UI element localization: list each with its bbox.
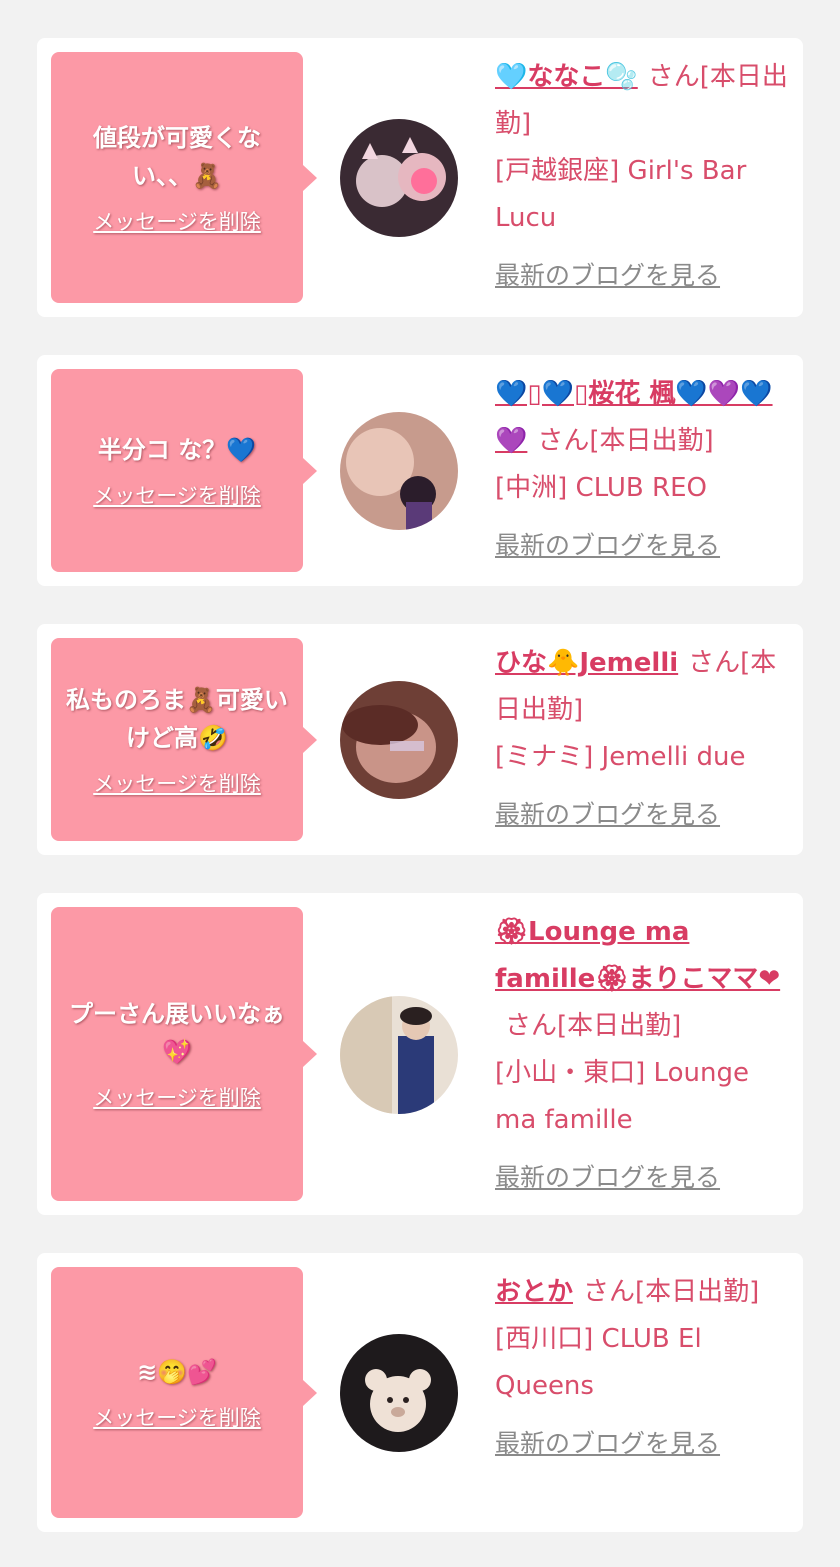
message-card: 私ものろま🧸可愛いけど高🤣 メッセージを削除 ひな🐥Jemelli さん[本日出勤… (37, 624, 803, 855)
shop-name: [戸越銀座] Girl's Bar Lucu (495, 156, 747, 233)
shop-name: [ミナミ] Jemelli due (495, 742, 746, 772)
shop-name: [西川口] CLUB El Queens (495, 1324, 702, 1401)
cast-honorific: さん[本日出勤] (537, 426, 714, 456)
message-text: プーさん展いいなぁ💖 (69, 1000, 285, 1066)
avatar-photo-icon (340, 1334, 458, 1452)
cast-info: おとか さん[本日出勤] [西川口] CLUB El Queens 最新のブログを… (495, 1269, 795, 1467)
cast-honorific: さん[本日出勤] (583, 1277, 760, 1307)
cast-name-link[interactable]: ひな🐥Jemelli (495, 648, 678, 678)
message-bubble: 私ものろま🧸可愛いけど高🤣 メッセージを削除 (51, 638, 317, 841)
latest-blog-link[interactable]: 最新のブログを見る (495, 1154, 795, 1201)
cast-info: 🩵ななこ🫧 さん[本日出勤] [戸越銀座] Girl's Bar Lucu 最新の… (495, 54, 795, 299)
cast-info: 🏵Lounge ma famille🏵まりこママ❤ さん[本日出勤] [小山・東口… (495, 909, 795, 1201)
cast-avatar[interactable] (340, 119, 458, 237)
message-bubble: 半分コ な？💙 メッセージを削除 (51, 369, 317, 572)
message-card: プーさん展いいなぁ💖 メッセージを削除 🏵Lounge ma famille🏵ま… (37, 893, 803, 1215)
avatar-photo-icon (340, 412, 458, 530)
message-text: ≋🤭💕 (137, 1357, 217, 1386)
cast-info: 💙▯💙▯桜花 楓💙💜💙💜 さん[本日出勤] [中洲] CLUB REO 最新のブロ… (495, 371, 795, 569)
cast-name-link[interactable]: おとか (495, 1277, 573, 1307)
delete-message-link[interactable]: メッセージを削除 (93, 1403, 261, 1433)
message-card: ≋🤭💕 メッセージを削除 おとか さん[本日出勤] [西川口] CLUB El Q… (37, 1253, 803, 1532)
cast-name-link[interactable]: 🏵Lounge ma famille🏵まりこママ❤ (495, 917, 780, 994)
shop-name: [小山・東口] Lounge ma famille (495, 1058, 749, 1135)
latest-blog-link[interactable]: 最新のブログを見る (495, 252, 795, 299)
message-bubble: ≋🤭💕 メッセージを削除 (51, 1267, 317, 1518)
latest-blog-link[interactable]: 最新のブログを見る (495, 522, 795, 569)
cast-avatar[interactable] (340, 996, 458, 1114)
message-card: 半分コ な？💙 メッセージを削除 💙▯💙▯桜花 楓💙💜💙💜 さん[本日出勤] [中… (37, 355, 803, 586)
delete-message-link[interactable]: メッセージを削除 (93, 769, 261, 799)
latest-blog-link[interactable]: 最新のブログを見る (495, 791, 795, 838)
message-card: 値段が可愛くない、、🧸 メッセージを削除 🩵ななこ🫧 さん[本日出勤] [戸越銀座… (37, 38, 803, 317)
cast-avatar[interactable] (340, 681, 458, 799)
delete-message-link[interactable]: メッセージを削除 (93, 481, 261, 511)
message-text: 半分コ な？💙 (97, 435, 257, 464)
cast-avatar[interactable] (340, 412, 458, 530)
avatar-photo-icon (340, 996, 458, 1114)
delete-message-link[interactable]: メッセージを削除 (93, 1083, 261, 1113)
shop-name: [中洲] CLUB REO (495, 473, 707, 503)
cast-name-link[interactable]: 🩵ななこ🫧 (495, 62, 638, 92)
message-bubble: 値段が可愛くない、、🧸 メッセージを削除 (51, 52, 317, 303)
cast-info: ひな🐥Jemelli さん[本日出勤] [ミナミ] Jemelli due 最新の… (495, 640, 795, 838)
avatar-photo-icon (340, 681, 458, 799)
latest-blog-link[interactable]: 最新のブログを見る (495, 1420, 795, 1467)
delete-message-link[interactable]: メッセージを削除 (93, 207, 261, 237)
cast-avatar[interactable] (340, 1334, 458, 1452)
avatar-photo-icon (340, 119, 458, 237)
cast-honorific: さん[本日出勤] (505, 1011, 682, 1041)
message-bubble: プーさん展いいなぁ💖 メッセージを削除 (51, 907, 317, 1201)
message-text: 値段が可愛くない、、🧸 (93, 123, 261, 190)
message-text: 私ものろま🧸可愛いけど高🤣 (66, 685, 288, 752)
